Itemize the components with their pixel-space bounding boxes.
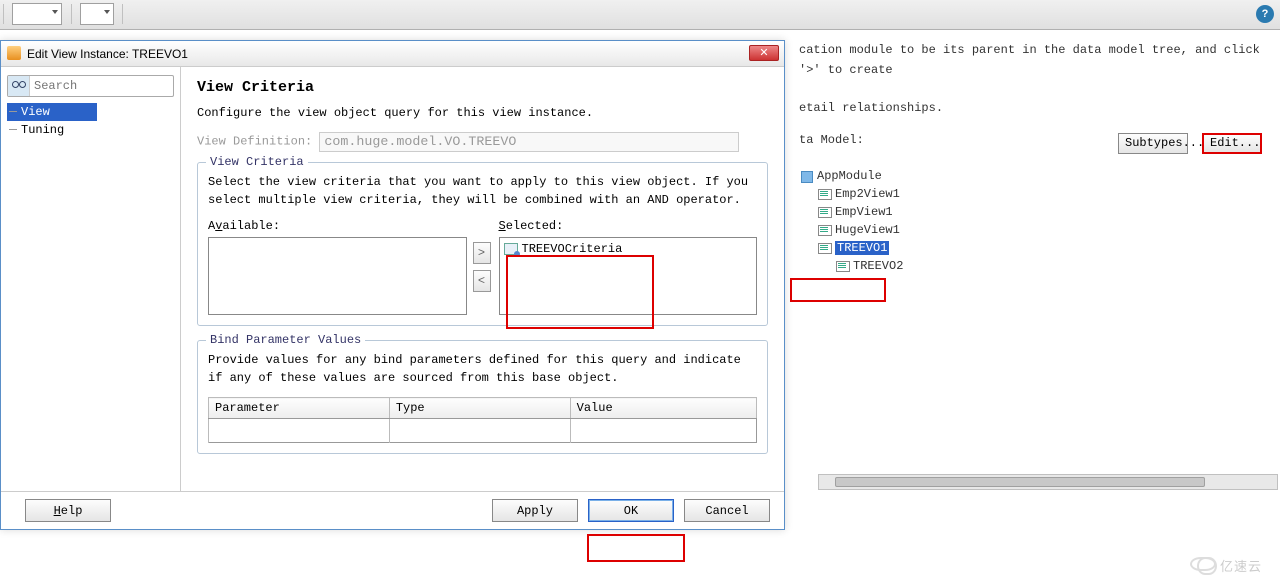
annotation-box bbox=[587, 534, 685, 562]
search-input[interactable] bbox=[30, 79, 160, 93]
hint-text: cation module to be its parent in the da… bbox=[799, 40, 1266, 81]
viewcriteria-icon bbox=[504, 243, 518, 255]
dialog-footer: Help Apply OK Cancel bbox=[1, 491, 784, 529]
apply-button[interactable]: Apply bbox=[492, 499, 578, 522]
view-icon bbox=[835, 259, 851, 273]
tree-item[interactable]: HugeView1 bbox=[799, 221, 1266, 239]
toolbar-separator bbox=[71, 4, 72, 24]
page-description: Configure the view object query for this… bbox=[197, 106, 768, 120]
watermark: 亿速云 bbox=[1190, 556, 1262, 575]
close-icon[interactable]: ✕ bbox=[749, 45, 779, 61]
view-icon bbox=[817, 205, 833, 219]
tree-item[interactable]: Emp2View1 bbox=[799, 185, 1266, 203]
parameter-table[interactable]: Parameter Type Value bbox=[208, 397, 757, 443]
dialog-title-text: Edit View Instance: TREEVO1 bbox=[27, 47, 188, 61]
tree-item[interactable]: TREEVO2 bbox=[799, 257, 1266, 275]
selected-label: Selected: bbox=[499, 219, 758, 233]
toolbar-separator bbox=[122, 4, 123, 24]
toolbar-separator bbox=[3, 4, 4, 24]
dialog-body: View Criteria Tuning View Criteria Confi… bbox=[1, 67, 784, 491]
view-icon bbox=[817, 241, 833, 255]
page-heading: View Criteria bbox=[197, 79, 768, 96]
view-definition-field bbox=[319, 132, 739, 152]
toolbar-dropdown[interactable] bbox=[12, 3, 62, 25]
horizontal-scrollbar[interactable] bbox=[818, 474, 1278, 490]
dialog-app-icon bbox=[7, 46, 21, 60]
col-type[interactable]: Type bbox=[389, 398, 570, 419]
fieldset-info: Select the view criteria that you want t… bbox=[208, 173, 757, 209]
annotation-box bbox=[790, 278, 886, 302]
edit-button[interactable]: Edit... bbox=[1202, 133, 1262, 154]
binoculars-icon bbox=[8, 76, 30, 96]
background-editor: cation module to be its parent in the da… bbox=[785, 30, 1280, 585]
cancel-button[interactable]: Cancel bbox=[684, 499, 770, 522]
sidebar-item-view-criteria[interactable]: View Criteria bbox=[7, 103, 97, 121]
ok-button[interactable]: OK bbox=[588, 499, 674, 522]
hint-text-2: etail relationships. bbox=[799, 101, 1266, 115]
sidebar-item-tuning[interactable]: Tuning bbox=[7, 121, 174, 139]
help-button[interactable]: Help bbox=[25, 499, 111, 522]
dialog-titlebar[interactable]: Edit View Instance: TREEVO1 ✕ bbox=[1, 41, 784, 67]
list-item[interactable]: TREEVOCriteria bbox=[504, 242, 753, 256]
move-left-button[interactable]: < bbox=[473, 270, 491, 292]
view-icon bbox=[817, 187, 833, 201]
available-column: Available: bbox=[208, 219, 467, 315]
search-box[interactable] bbox=[7, 75, 174, 97]
help-icon[interactable]: ? bbox=[1256, 5, 1274, 23]
dialog-main: View Criteria Configure the view object … bbox=[181, 67, 784, 491]
tree-item-selected[interactable]: TREEVO1 bbox=[799, 239, 1266, 257]
available-label: Available: bbox=[208, 219, 467, 233]
data-model-tree[interactable]: AppModule Emp2View1 EmpView1 HugeView1 T… bbox=[799, 167, 1266, 275]
view-definition-row: View Definition: bbox=[197, 132, 768, 152]
col-parameter[interactable]: Parameter bbox=[209, 398, 390, 419]
sidebar-nav: View Criteria Tuning bbox=[7, 103, 174, 139]
fieldset-legend: Bind Parameter Values bbox=[206, 333, 365, 347]
fieldset-info: Provide values for any bind parameters d… bbox=[208, 351, 757, 387]
annotation-box bbox=[506, 255, 654, 329]
main-toolbar: ? bbox=[0, 0, 1280, 30]
tree-root[interactable]: AppModule bbox=[799, 167, 1266, 185]
tree-item[interactable]: EmpView1 bbox=[799, 203, 1266, 221]
subtypes-button[interactable]: Subtypes... bbox=[1118, 133, 1188, 154]
appmodule-icon bbox=[799, 169, 815, 183]
edit-view-instance-dialog: Edit View Instance: TREEVO1 ✕ View Crite… bbox=[0, 40, 785, 530]
fieldset-legend: View Criteria bbox=[206, 155, 308, 169]
col-value[interactable]: Value bbox=[570, 398, 756, 419]
data-model-row: ta Model: Subtypes... Edit... bbox=[799, 133, 1266, 157]
available-listbox[interactable] bbox=[208, 237, 467, 315]
table-row[interactable] bbox=[209, 419, 757, 443]
scrollbar-thumb[interactable] bbox=[835, 477, 1205, 487]
view-icon bbox=[817, 223, 833, 237]
shuttle-control: Available: > < Selected: TREEVOCriteria bbox=[208, 219, 757, 315]
toolbar-layout-dropdown[interactable] bbox=[80, 3, 114, 25]
shuttle-buttons: > < bbox=[473, 219, 493, 315]
dialog-sidebar: View Criteria Tuning bbox=[1, 67, 181, 491]
view-definition-label: View Definition: bbox=[197, 135, 312, 149]
move-right-button[interactable]: > bbox=[473, 242, 491, 264]
view-criteria-fieldset: View Criteria Select the view criteria t… bbox=[197, 162, 768, 326]
bind-parameter-fieldset: Bind Parameter Values Provide values for… bbox=[197, 340, 768, 454]
data-model-label: ta Model: bbox=[799, 133, 864, 147]
